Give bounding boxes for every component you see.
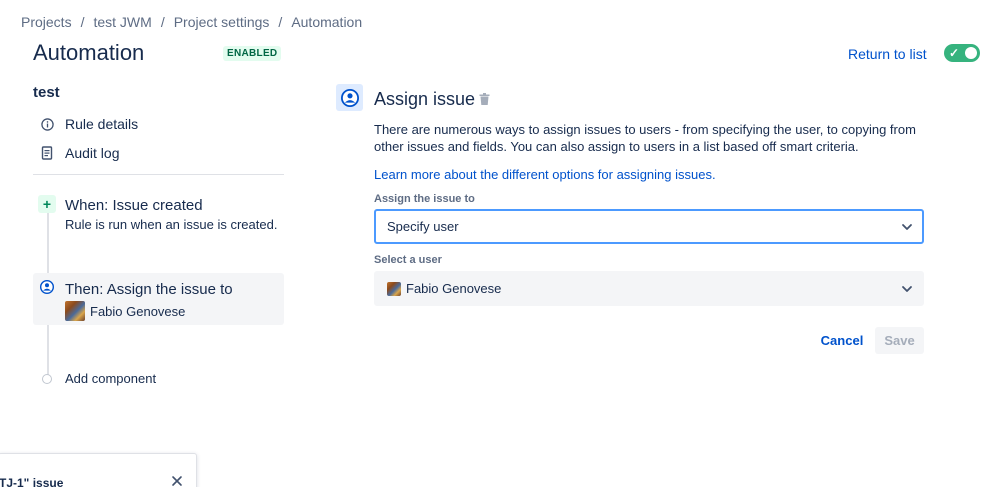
breadcrumb-separator: / xyxy=(160,14,165,30)
breadcrumb-project[interactable]: test JWM xyxy=(93,14,151,30)
user-select-value: Fabio Genovese xyxy=(406,281,502,296)
close-icon[interactable] xyxy=(171,474,183,486)
rule-name: test xyxy=(33,84,60,101)
check-icon: ✓ xyxy=(949,46,960,60)
trigger-title: When: Issue created xyxy=(65,197,203,214)
learn-more-link[interactable]: Learn more about the different options f… xyxy=(374,167,716,182)
trigger-component[interactable]: + When: Issue created Rule is run when a… xyxy=(33,190,284,240)
assign-user-icon xyxy=(39,279,55,295)
breadcrumb-separator: / xyxy=(80,14,85,30)
add-component-dot xyxy=(42,373,52,384)
cancel-button[interactable]: Cancel xyxy=(814,327,870,354)
assign-select[interactable]: Specify user xyxy=(374,209,924,244)
breadcrumb-automation[interactable]: Automation xyxy=(291,14,362,30)
action-user: Fabio Genovese xyxy=(65,301,185,321)
document-icon xyxy=(40,146,54,160)
sidebar-item-label: Audit log xyxy=(65,145,120,161)
detail-title: Assign issue xyxy=(374,89,476,109)
chevron-down-icon xyxy=(900,282,914,296)
breadcrumb-project-settings[interactable]: Project settings xyxy=(174,14,270,30)
action-title: Then: Assign the issue to xyxy=(65,281,233,298)
page-title: Automation xyxy=(33,40,145,65)
breadcrumb-projects[interactable]: Projects xyxy=(21,14,72,30)
trash-icon[interactable] xyxy=(479,92,490,105)
return-to-list-link[interactable]: Return to list xyxy=(848,46,927,62)
sidebar-item-rule-details[interactable]: Rule details xyxy=(40,116,138,132)
issue-notification-panel: TJ-1" issue xyxy=(0,453,197,487)
action-user-name: Fabio Genovese xyxy=(90,303,186,319)
rule-enabled-toggle[interactable]: ✓ xyxy=(944,44,980,62)
trigger-description: Rule is run when an issue is created. xyxy=(65,217,278,232)
toggle-knob xyxy=(965,47,977,59)
user-field-label: Select a user xyxy=(374,254,442,266)
sidebar-item-audit-log[interactable]: Audit log xyxy=(40,145,119,161)
sidebar-item-label: Rule details xyxy=(65,116,139,132)
user-select[interactable]: Fabio Genovese xyxy=(374,271,924,306)
breadcrumb-separator: / xyxy=(278,14,283,30)
assign-user-icon xyxy=(336,84,363,111)
avatar xyxy=(65,301,85,321)
assign-select-value: Specify user xyxy=(387,219,459,234)
sidebar-divider xyxy=(33,174,284,175)
detail-description: There are numerous ways to assign issues… xyxy=(374,122,916,154)
assign-field-label: Assign the issue to xyxy=(374,193,475,205)
info-icon xyxy=(40,117,54,131)
notification-text: TJ-1" issue xyxy=(0,476,64,487)
add-component-label: Add component xyxy=(65,371,157,386)
add-component-button[interactable]: Add component xyxy=(42,371,156,386)
action-component[interactable]: Then: Assign the issue to Fabio Genovese xyxy=(33,273,284,325)
save-button[interactable]: Save xyxy=(875,327,924,354)
breadcrumb: Projects / test JWM / Project settings /… xyxy=(21,14,362,30)
plus-icon: + xyxy=(38,195,56,213)
avatar xyxy=(387,281,401,296)
status-badge: ENABLED xyxy=(223,46,282,61)
chevron-down-icon xyxy=(900,220,914,234)
